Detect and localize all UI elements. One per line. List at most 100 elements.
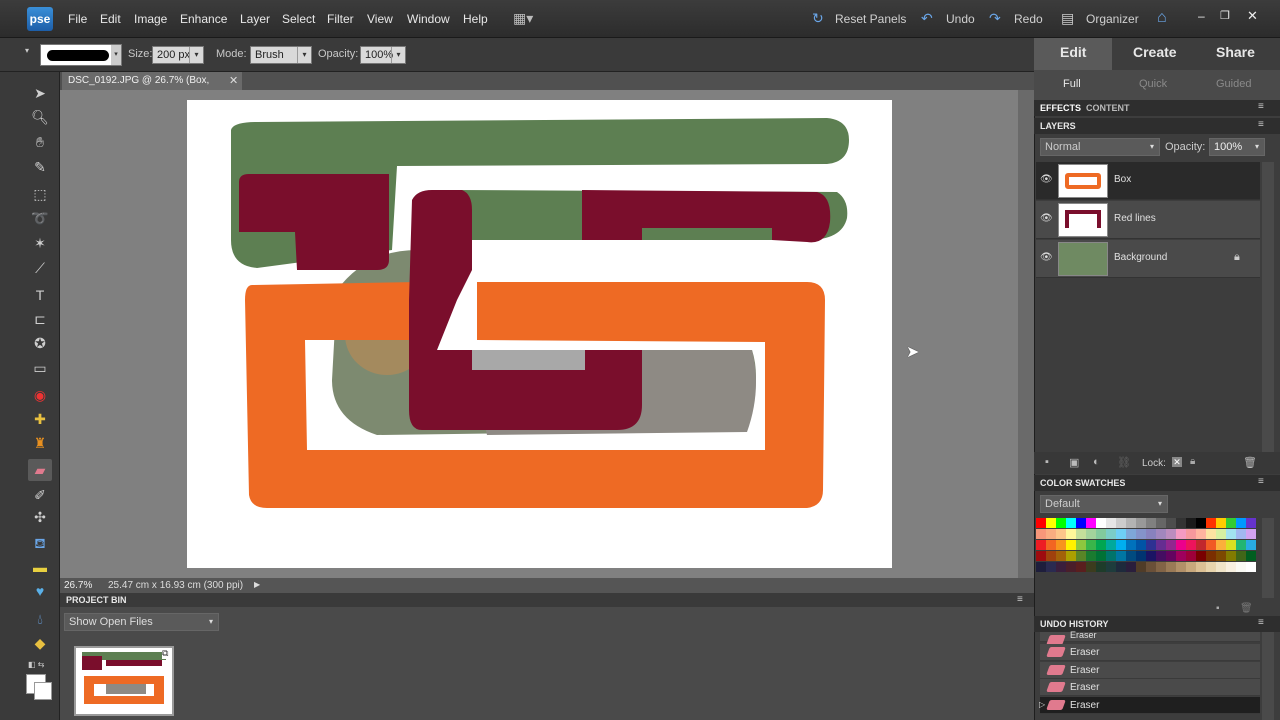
color-swatch[interactable] [1106,518,1116,528]
color-swatch[interactable] [1176,562,1186,572]
color-swatch[interactable] [1176,529,1186,539]
visibility-eye-icon[interactable]: 👁︎ [1040,213,1053,224]
lock-transparency-icon[interactable]: ✕ [1172,457,1182,467]
color-swatch[interactable] [1106,562,1116,572]
menu-edit[interactable]: Edit [100,12,121,26]
layer-row-box[interactable]: 👁︎ Box [1036,162,1260,200]
color-swatch[interactable] [1216,529,1226,539]
clone-stamp-tool-icon[interactable]: ♜ [28,432,52,454]
adjustment-layer-icon[interactable]: ◐ [1093,456,1100,468]
color-swatch[interactable] [1076,529,1086,539]
color-swatch[interactable] [1066,551,1076,561]
menu-window[interactable]: Window [407,12,450,26]
color-swatch[interactable] [1166,529,1176,539]
link-icon[interactable]: ⛓ [1117,456,1131,469]
color-swatch[interactable] [1196,562,1206,572]
menu-filter[interactable]: Filter [327,12,354,26]
color-swatch[interactable] [1066,518,1076,528]
project-bin-menu-icon[interactable]: ≡ [1017,594,1023,605]
color-swatch[interactable] [1096,540,1106,550]
tab-effects[interactable]: EFFECTS [1040,103,1081,113]
color-swatch[interactable] [1196,540,1206,550]
color-swatch[interactable] [1086,529,1096,539]
layer-opacity-field[interactable]: 100% ▾ [1209,138,1265,156]
color-swatch[interactable] [1116,518,1126,528]
color-swatch[interactable] [1046,529,1056,539]
color-swatch[interactable] [1086,562,1096,572]
color-swatch[interactable] [1036,540,1046,550]
color-swatch[interactable] [1106,551,1116,561]
color-swatch[interactable] [1156,518,1166,528]
arrange-icon[interactable]: ▦▾ [513,10,533,27]
color-swatch[interactable] [1226,551,1236,561]
color-swatch[interactable] [1216,551,1226,561]
color-swatch[interactable] [1166,551,1176,561]
marquee-tool-icon[interactable]: ⬚ [28,183,52,205]
project-bin-dropdown-arrow-icon[interactable]: ▾ [204,614,218,630]
zoom-level[interactable]: 26.7% [64,580,92,591]
effects-menu-icon[interactable]: ≡ [1258,101,1264,112]
sponge-tool-icon[interactable]: ◆ [28,632,52,654]
menu-help[interactable]: Help [463,12,488,26]
color-swatch[interactable] [1036,518,1046,528]
color-swatch[interactable] [1126,551,1136,561]
sub-tab-quick[interactable]: Quick [1139,78,1167,90]
default-colors-icon[interactable]: ◧ ⇆ [28,660,44,669]
color-swatch[interactable] [1216,540,1226,550]
color-swatch[interactable] [1046,551,1056,561]
color-swatch[interactable] [1066,562,1076,572]
mode-select[interactable]: Brush ▾ [250,46,312,64]
size-field[interactable]: 200 px ▾ [152,46,204,64]
tool-preset-arrow-icon[interactable]: ▾ [25,46,29,55]
history-item[interactable]: Eraser [1040,662,1260,679]
size-arrow-icon[interactable]: ▾ [189,47,203,63]
background-color-swatch[interactable] [34,682,52,700]
color-swatch[interactable] [1176,551,1186,561]
color-swatch[interactable] [1036,551,1046,561]
color-swatch[interactable] [1146,540,1156,550]
delete-layer-icon[interactable]: 🗑︎ [1243,456,1257,469]
color-swatch[interactable] [1226,562,1236,572]
color-swatch[interactable] [1206,518,1216,528]
color-swatch[interactable] [1226,518,1236,528]
type-tool-icon[interactable]: T [28,284,52,306]
color-swatch[interactable] [1246,529,1256,539]
zoom-tool-icon[interactable]: 🔍︎ [28,106,52,128]
image-canvas[interactable] [187,100,892,568]
color-swatch[interactable] [1186,540,1196,550]
color-swatch[interactable] [1116,540,1126,550]
status-menu-arrow-icon[interactable]: ▶ [254,580,260,589]
history-item[interactable]: Eraser [1040,631,1260,645]
color-swatch[interactable] [1096,551,1106,561]
color-swatch[interactable] [1046,540,1056,550]
color-swatch[interactable] [1086,518,1096,528]
color-swatch[interactable] [1176,540,1186,550]
color-swatch[interactable] [1216,518,1226,528]
color-swatch[interactable] [1116,551,1126,561]
color-swatch[interactable] [1166,518,1176,528]
new-layer-icon[interactable]: ▪ [1045,456,1049,468]
selection-brush-tool-icon[interactable]: ⟋ [28,257,52,279]
color-swatch[interactable] [1236,529,1246,539]
color-swatch[interactable] [1186,529,1196,539]
new-swatch-icon[interactable]: ▪ [1216,603,1220,614]
menu-enhance[interactable]: Enhance [180,12,227,26]
color-swatch[interactable] [1066,540,1076,550]
gradient-tool-icon[interactable]: ▬ [28,556,52,578]
blur-tool-icon[interactable]: 💧︎ [28,608,52,630]
brush-tool-icon[interactable]: ✐ [28,484,52,506]
reset-panels-button[interactable]: Reset Panels [835,12,906,26]
color-swatch[interactable] [1046,518,1056,528]
lock-all-icon[interactable]: 🔒︎ [1190,456,1195,467]
color-swatch[interactable] [1146,529,1156,539]
color-swatch[interactable] [1116,562,1126,572]
color-swatch[interactable] [1206,551,1216,561]
color-swatch[interactable] [1096,529,1106,539]
color-swatch[interactable] [1076,540,1086,550]
color-swatch[interactable] [1206,540,1216,550]
history-item[interactable]: Eraser [1040,679,1260,696]
color-swatch[interactable] [1186,562,1196,572]
color-swatch[interactable] [1156,540,1166,550]
color-swatch[interactable] [1076,518,1086,528]
color-swatch[interactable] [1236,551,1246,561]
